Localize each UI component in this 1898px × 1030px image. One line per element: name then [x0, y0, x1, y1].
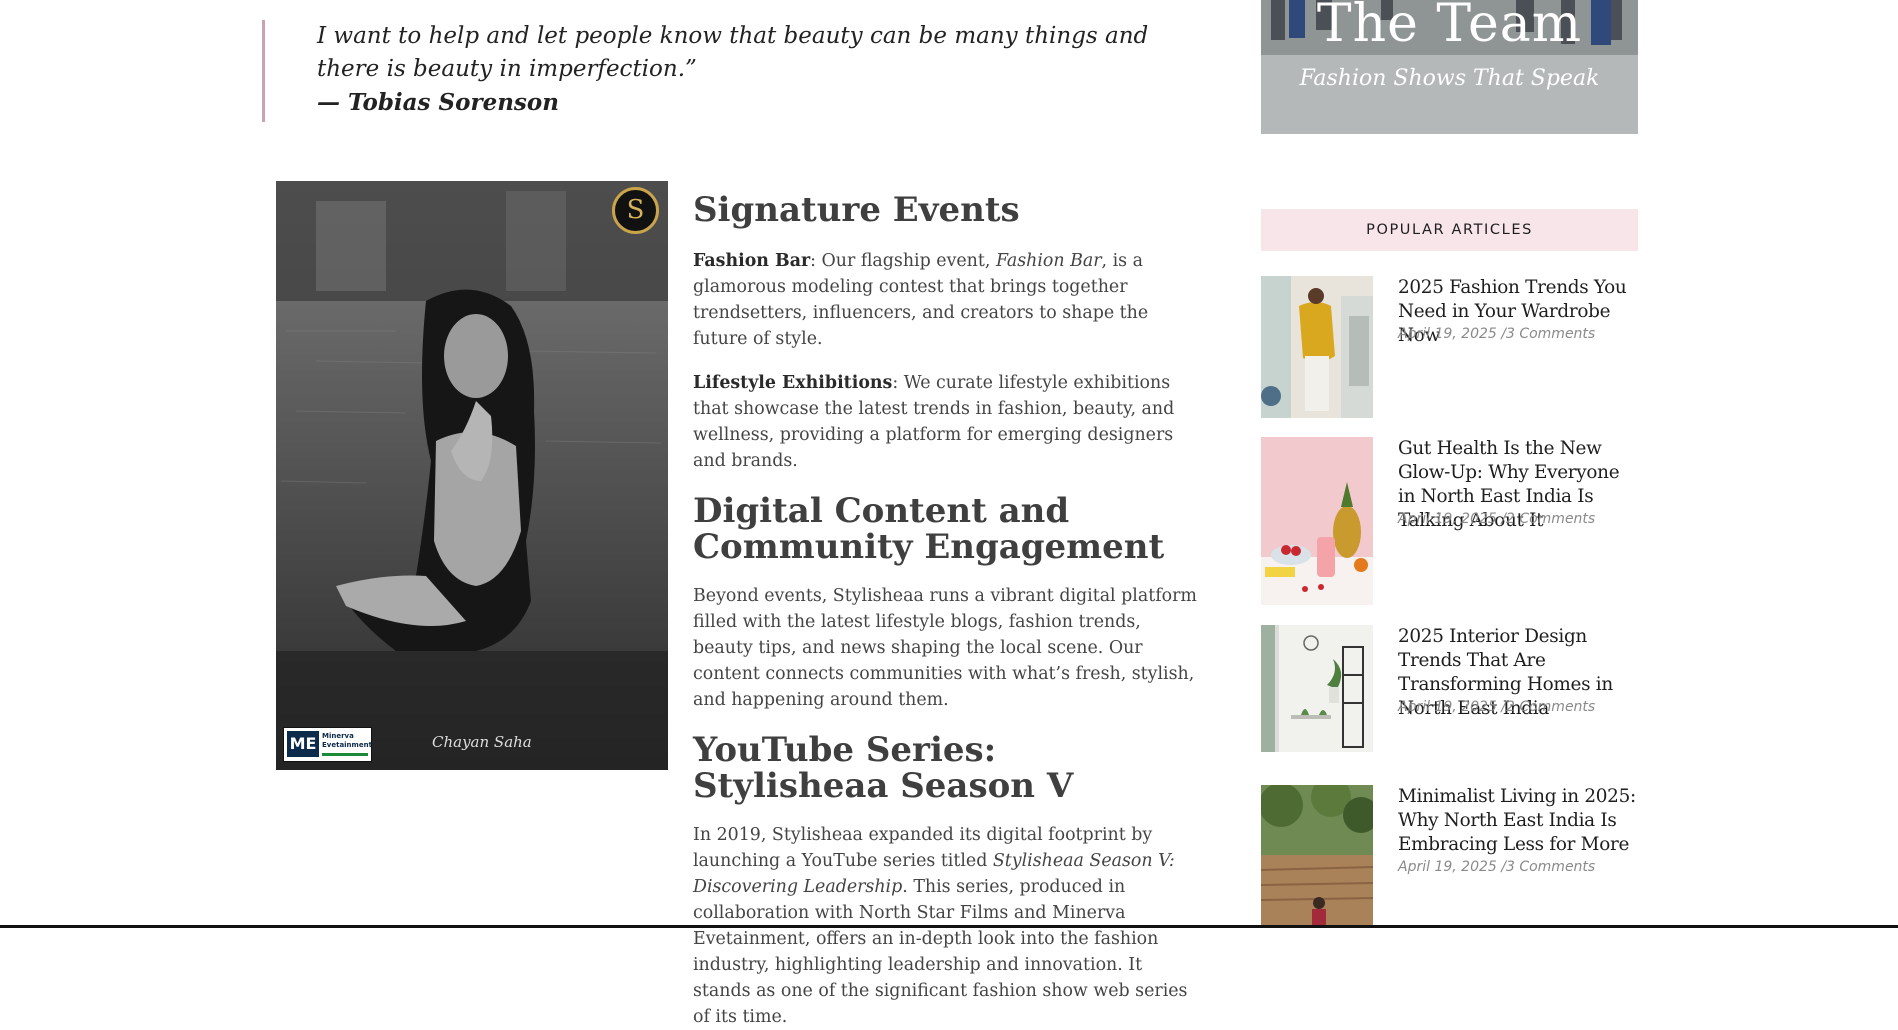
photo-credit: Chayan Saha [432, 733, 532, 751]
event-photo-illustration [276, 181, 668, 770]
article-comments[interactable]: /2 Comments [1501, 699, 1595, 715]
article-meta: April 19, 2025 /3 Comments [1398, 326, 1640, 342]
banner-title: The Team [1316, 0, 1583, 54]
article-meta: April 19, 2025 /3 Comments [1398, 859, 1640, 875]
article-thumbnail[interactable] [1261, 437, 1373, 605]
logo-mark: ME [287, 731, 319, 757]
blockquote: I want to help and let people know that … [262, 20, 1165, 122]
quote-author: — Tobias Sorenson [317, 89, 559, 116]
paragraph-lifestyle: Lifestyle Exhibitions: We curate lifesty… [693, 373, 1175, 471]
article-date: April 19, 2025 [1398, 859, 1497, 875]
popular-articles-heading: POPULAR ARTICLES [1261, 209, 1638, 251]
article-comments[interactable]: /3 Comments [1501, 859, 1595, 875]
event-photo: S ME Minerva Evetainment Chayan Saha [276, 181, 668, 770]
logo-name: Minerva Evetainment [322, 732, 372, 749]
fashion-bar-label: Fashion Bar [693, 251, 811, 271]
heading-signature-events: Signature Events [693, 190, 1020, 230]
article-date: April 19, 2025 [1398, 699, 1497, 715]
article-comments[interactable]: /2 Comments [1501, 511, 1595, 527]
popular-article-item[interactable]: 2025 Interior Design Trends That Are Tra… [1261, 625, 1638, 752]
article-body: Signature Events Fashion Bar: Our flagsh… [693, 186, 1203, 1030]
paragraph-digital: Beyond events, Stylisheaa runs a vibrant… [693, 586, 1197, 710]
article-date: April 19, 2025 [1398, 326, 1497, 342]
popular-article-item[interactable]: Minimalist Living in 2025: Why North Eas… [1261, 785, 1638, 925]
quote-text: I want to help and let people know that … [317, 23, 1149, 82]
article-thumbnail[interactable] [1261, 785, 1373, 925]
popular-article-item[interactable]: Gut Health Is the New Glow-Up: Why Every… [1261, 437, 1638, 605]
heading-youtube-series: YouTube Series: Stylisheaa Season V [693, 730, 1074, 806]
heading-digital-content: Digital Content and Community Engagement [693, 491, 1165, 567]
paragraph-fashion-bar: Fashion Bar: Our flagship event, Fashion… [693, 251, 1149, 349]
article-date: April 19, 2025 [1398, 511, 1497, 527]
article-thumbnail[interactable] [1261, 625, 1373, 752]
article-meta: April 19, 2025 /2 Comments [1398, 699, 1640, 715]
article-thumbnail[interactable] [1261, 276, 1373, 418]
team-banner[interactable]: The Team Fashion Shows That Speak [1261, 0, 1638, 134]
popular-article-item[interactable]: 2025 Fashion Trends You Need in Your War… [1261, 276, 1638, 418]
lifestyle-label: Lifestyle Exhibitions [693, 373, 893, 393]
brand-badge-icon: S [612, 187, 659, 234]
article-comments[interactable]: /3 Comments [1501, 326, 1595, 342]
logo-bar [322, 753, 368, 756]
minerva-logo: ME Minerva Evetainment [283, 727, 372, 762]
banner-subtitle: Fashion Shows That Speak [1299, 66, 1600, 91]
article-meta: April 19, 2025 /2 Comments [1398, 511, 1640, 527]
article-title[interactable]: Minimalist Living in 2025: Why North Eas… [1398, 785, 1640, 857]
